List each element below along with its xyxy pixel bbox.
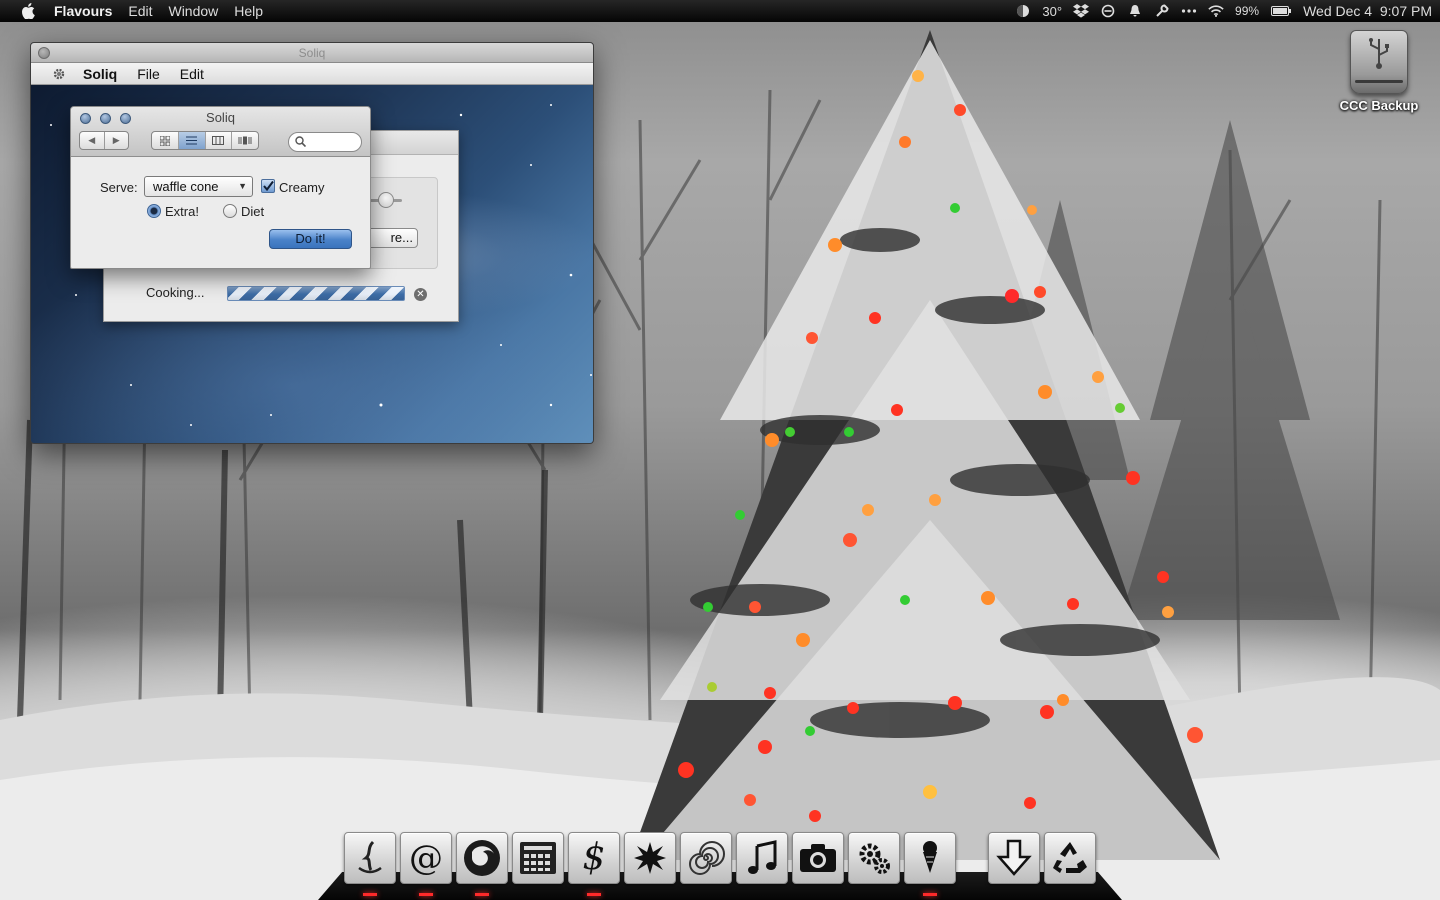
serve-value: waffle cone	[153, 179, 219, 194]
drive-label: CCC Backup	[1339, 98, 1419, 113]
dialog-toolbar: Soliq ◀ ▶	[71, 107, 370, 157]
radio-extra-label[interactable]: Extra!	[165, 204, 199, 219]
do-not-disturb-icon[interactable]	[1100, 3, 1116, 19]
finder-icon	[358, 840, 382, 874]
nav-segmented-control: ◀ ▶	[79, 131, 129, 150]
dock-trash[interactable]	[1044, 832, 1096, 884]
list-view-icon[interactable]	[178, 132, 206, 149]
menu-soliq[interactable]: Soliq	[79, 66, 127, 82]
serve-label: Serve:	[100, 180, 138, 195]
ice-cream-icon	[923, 841, 937, 873]
forward-arrow-icon[interactable]: ▶	[105, 132, 129, 149]
desktop-drive-ccc-backup[interactable]: CCC Backup	[1338, 30, 1420, 113]
running-indicator	[419, 893, 433, 896]
starburst-icon	[634, 842, 666, 874]
spiral-icon	[689, 841, 725, 875]
mail-at-icon: @	[409, 838, 443, 878]
search-input[interactable]	[309, 136, 359, 148]
dialog-title: Soliq	[206, 110, 235, 125]
menu-window[interactable]: Window	[160, 0, 226, 22]
recycle-icon	[1053, 842, 1087, 873]
back-arrow-icon[interactable]: ◀	[80, 132, 105, 149]
icon-view-icon[interactable]	[152, 132, 179, 149]
dock-itunes[interactable]	[736, 832, 788, 884]
column-view-icon[interactable]	[206, 132, 233, 149]
notification-bell-icon[interactable]	[1127, 3, 1143, 19]
dock-firefox[interactable]	[456, 832, 508, 896]
firefox-icon	[464, 840, 500, 876]
dock-system-preferences[interactable]	[848, 832, 900, 884]
window-titlebar[interactable]: Soliq	[31, 43, 593, 63]
music-note-icon	[748, 840, 777, 874]
dock-camera[interactable]	[792, 832, 844, 884]
progress-bar	[227, 286, 405, 301]
radio-diet-label[interactable]: Diet	[241, 204, 264, 219]
battery-percentage[interactable]: 99%	[1235, 4, 1259, 18]
calculator-icon	[520, 842, 556, 874]
wrench-icon[interactable]	[1154, 3, 1170, 19]
camera-icon	[800, 844, 836, 872]
download-arrow-icon	[996, 839, 1032, 876]
dock-downloads[interactable]	[988, 832, 1040, 884]
progress-label: Cooking...	[146, 285, 205, 300]
wifi-icon[interactable]	[1208, 3, 1224, 19]
dock-ice-cream[interactable]	[904, 832, 956, 896]
menu-app-name[interactable]: Flavours	[52, 0, 120, 22]
window-title: Soliq	[298, 46, 326, 60]
more-button[interactable]: re...	[366, 228, 418, 248]
gear-icon[interactable]	[51, 66, 67, 82]
close-button[interactable]	[38, 47, 50, 59]
search-field[interactable]	[288, 132, 362, 152]
dock-finder[interactable]	[344, 832, 396, 896]
dock: @ $	[344, 832, 1096, 896]
slider-knob[interactable]	[378, 192, 394, 208]
popup-arrow-icon: ▼	[238, 181, 247, 191]
cancel-icon[interactable]: ✕	[414, 288, 427, 301]
radio-diet[interactable]	[223, 204, 237, 218]
dock-starburst[interactable]	[624, 832, 676, 884]
running-indicator	[923, 893, 937, 896]
menu-bar: Flavours Edit Window Help 30° 99% Wed De…	[0, 0, 1440, 22]
do-it-button[interactable]: Do it!	[269, 229, 352, 249]
gears-icon	[859, 843, 890, 874]
serve-popup-button[interactable]: waffle cone ▼	[144, 176, 253, 197]
apple-icon[interactable]	[18, 0, 38, 22]
dock-separator	[960, 832, 984, 886]
running-indicator	[475, 893, 489, 896]
battery-icon[interactable]	[1270, 3, 1292, 19]
menu-edit-window[interactable]: Edit	[170, 66, 214, 82]
dollar-icon: $	[582, 837, 606, 878]
running-indicator	[587, 893, 601, 896]
menu-file[interactable]: File	[127, 66, 170, 82]
dock-mail[interactable]: @	[400, 832, 452, 896]
creamy-checkbox[interactable]	[261, 179, 275, 193]
clock[interactable]: Wed Dec 4 9:07 PM	[1303, 3, 1432, 19]
more-dots-icon[interactable]	[1181, 3, 1197, 19]
creamy-label[interactable]: Creamy	[279, 180, 325, 195]
checkmark-icon	[263, 180, 274, 192]
soliq-dialog: Soliq ◀ ▶ Serve: waffle cone ▼ Creamy Ex…	[70, 106, 371, 269]
window-menu-bar: Soliq File Edit	[31, 63, 593, 85]
dock-money[interactable]: $	[568, 832, 620, 896]
weather-moon-icon[interactable]	[1015, 3, 1031, 19]
coverflow-view-icon[interactable]	[232, 132, 258, 149]
dock-spiral[interactable]	[680, 832, 732, 884]
dock-calculator[interactable]	[512, 832, 564, 884]
dropbox-icon[interactable]	[1073, 3, 1090, 19]
search-icon	[295, 135, 307, 150]
usb-drive-icon	[1350, 30, 1408, 94]
running-indicator	[363, 893, 377, 896]
menu-edit[interactable]: Edit	[120, 0, 160, 22]
weather-temperature[interactable]: 30°	[1042, 4, 1062, 19]
menu-help[interactable]: Help	[226, 0, 271, 22]
radio-extra[interactable]	[147, 204, 161, 218]
view-segmented-control	[151, 131, 259, 150]
